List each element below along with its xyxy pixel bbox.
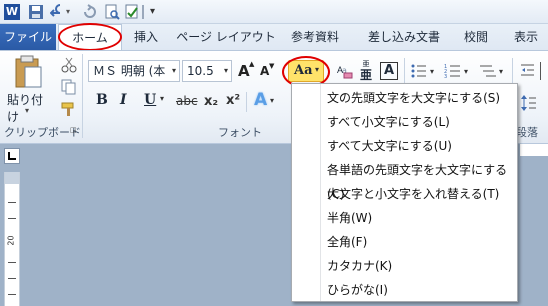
bullets-icon: ▾ [411,64,434,78]
multilevel-list-icon: ▾ [480,65,503,77]
quick-access-toolbar: W ▾ ▾ [0,0,548,24]
undo-icon[interactable] [49,4,66,20]
left-tab-icon [8,152,16,160]
tab-selector-button[interactable] [4,148,20,164]
character-border-button[interactable]: A [380,62,398,80]
redo-icon[interactable] [82,4,98,20]
ruler-tick [8,262,16,263]
font-size-combo[interactable]: 10.5 ▾ [182,60,232,82]
paragraph-group-label: 段落 [516,126,538,139]
ruler-mark-20: 20 [6,235,16,246]
tab-page-layout[interactable]: ページ レイアウト [176,24,276,50]
cut-button[interactable] [60,56,77,73]
menu-item-uppercase[interactable]: すべて大文字にする(U) [292,134,517,158]
grow-font-button[interactable]: A ▲ [238,60,256,80]
ruler-margin [5,172,19,184]
font-name-dropdown-icon[interactable]: ▾ [172,61,176,81]
undo-dropdown-icon[interactable]: ▾ [66,4,74,20]
shrink-arrow-icon: ▼ [269,62,275,70]
group-separator [82,54,83,138]
menu-item-toggle-case[interactable]: 大文字と小文字を入れ替える(T) [292,182,517,206]
decrease-indent-icon [521,64,534,76]
group-separator [246,92,247,112]
phonetic-guide-button[interactable]: 亜 亜 [358,60,374,82]
clear-formatting-button[interactable]: Aa [336,62,354,80]
menu-item-capitalize-each-word[interactable]: 各単語の先頭文字を大文字にする(C) [292,158,517,201]
font-name-value: ＭＳ 明朝 (本 [93,64,166,78]
paste-dropdown-icon: ▾ [25,106,30,115]
horizontal-ruler-partial[interactable] [520,144,548,156]
svg-text:3: 3 [444,74,447,80]
ruler-tick [8,218,16,219]
tab-mailings[interactable]: 差し込み文書 [358,24,450,50]
shrink-font-button[interactable]: A ▼ [260,62,278,82]
svg-text:▾: ▾ [430,67,434,76]
increase-indent-button-partial[interactable] [540,62,548,80]
clear-formatting-icon: Aa [337,65,353,79]
print-preview-icon[interactable] [104,4,120,20]
vertical-ruler[interactable]: 20 [4,172,20,306]
bullets-button[interactable]: ▾ [410,62,440,80]
font-name-combo[interactable]: ＭＳ 明朝 (本 ▾ [88,60,180,82]
phonetic-guide-bottom: 亜 [359,68,372,82]
text-effects-button[interactable]: A [254,90,267,110]
menu-item-hiragana[interactable]: ひらがな(I) [292,278,517,302]
tab-view[interactable]: 表示 [504,24,548,50]
tab-references[interactable]: 参考資料 [280,24,350,50]
scissors-icon [61,57,77,73]
paste-button[interactable]: 貼り付け ▾ [6,54,46,124]
menu-item-sentence-case[interactable]: 文の先頭文字を大文字にする(S) [292,86,517,110]
multilevel-list-button[interactable]: ▾ [478,62,508,80]
svg-text:▾: ▾ [464,67,468,76]
qat-separator [142,5,144,19]
font-size-value: 10.5 [187,64,214,78]
bold-button[interactable]: B [96,92,108,108]
italic-button[interactable]: I [120,92,127,108]
tab-file[interactable]: ファイル [0,24,56,50]
copy-button[interactable] [60,78,76,95]
word-app-icon[interactable]: W [4,4,20,20]
menu-item-katakana[interactable]: カタカナ(K) [292,254,517,278]
home-tab-callout [58,23,122,51]
clipboard-dialog-launcher-icon[interactable]: ◲ [70,126,78,134]
decrease-indent-button[interactable] [520,62,536,80]
tab-review[interactable]: 校閲 [454,24,498,50]
subscript-button[interactable]: x₂ [204,94,218,109]
tab-insert[interactable]: 挿入 [126,24,166,50]
change-case-menu: 文の先頭文字を大文字にする(S) すべて小文字にする(L) すべて大文字にする(… [291,83,518,302]
svg-text:▾: ▾ [499,67,503,76]
menu-item-full-width[interactable]: 全角(F) [292,230,517,254]
underline-dropdown-icon[interactable]: ▾ [160,94,164,103]
menu-item-lowercase[interactable]: すべて小文字にする(L) [292,110,517,134]
copy-icon [61,79,76,95]
format-painter-icon [61,102,74,116]
clipboard-icon [15,55,42,88]
underline-button[interactable]: U [144,92,156,108]
save-icon[interactable] [28,4,44,20]
sort-button-partial[interactable] [520,94,536,112]
numbering-button[interactable]: 1 2 3 ▾ [444,62,474,80]
font-size-dropdown-icon[interactable]: ▾ [224,61,228,81]
ruler-tick [8,278,16,279]
strikethrough-button[interactable]: abc [176,94,198,108]
phonetic-guide-top: 亜 [362,60,370,68]
text-effects-dropdown-icon[interactable]: ▾ [270,96,274,105]
ruler-tick [8,294,16,295]
line-spacing-icon [521,95,536,111]
menu-item-half-width[interactable]: 半角(W) [292,206,517,230]
spelling-check-icon[interactable] [124,4,140,20]
format-painter-button[interactable] [60,100,76,116]
group-separator [404,58,405,84]
ruler-tick [8,202,16,203]
superscript-button[interactable]: x² [226,93,240,108]
customize-qat-icon[interactable]: ▾ [150,4,166,20]
font-group-label: フォント [218,126,262,139]
group-separator [512,58,513,84]
grow-arrow-icon: ▲ [249,60,255,68]
numbering-icon: 123▾ [444,64,468,80]
